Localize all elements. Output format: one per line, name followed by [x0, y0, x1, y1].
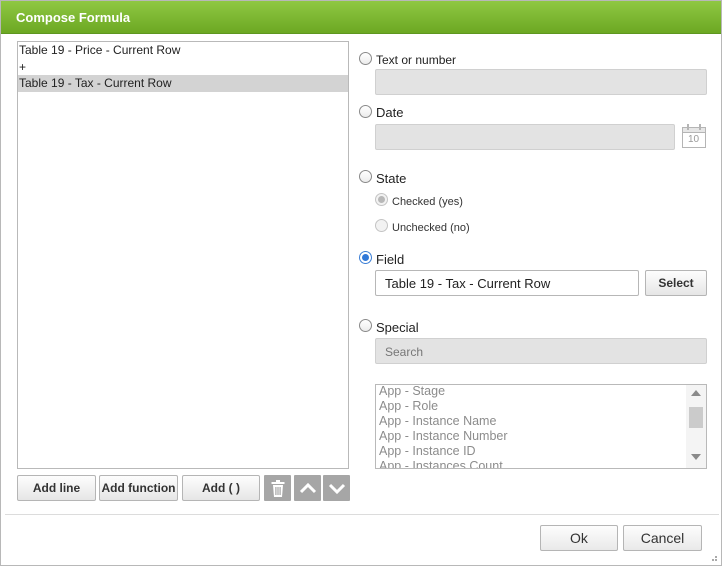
- scroll-down-arrow-icon[interactable]: [691, 454, 701, 460]
- calendar-icon[interactable]: 10: [681, 123, 707, 149]
- field-value: Table 19 - Tax - Current Row: [385, 276, 551, 291]
- state-label: State: [376, 171, 407, 186]
- special-list[interactable]: App - Stage App - Role App - Instance Na…: [375, 384, 707, 469]
- add-parens-button[interactable]: Add ( ): [182, 475, 260, 501]
- date-radio[interactable]: [359, 105, 372, 118]
- state-unchecked-label: Unchecked (no): [392, 222, 470, 234]
- text-or-number-label: Text or number: [376, 53, 457, 67]
- date-input[interactable]: [375, 124, 675, 150]
- footer-divider: [5, 514, 719, 515]
- formula-line-selected[interactable]: Table 19 - Tax - Current Row: [18, 75, 348, 92]
- formula-line[interactable]: Table 19 - Price - Current Row: [18, 42, 348, 59]
- cancel-button[interactable]: Cancel: [623, 525, 702, 551]
- move-up-button[interactable]: [294, 475, 321, 501]
- list-item[interactable]: App - Instance Number: [376, 429, 706, 444]
- field-radio[interactable]: [359, 251, 372, 264]
- state-checked-label: Checked (yes): [392, 196, 463, 208]
- list-item[interactable]: App - Instance ID: [376, 444, 706, 459]
- chevron-up-icon: [299, 482, 316, 493]
- compose-formula-dialog: Compose Formula Table 19 - Price - Curre…: [0, 0, 722, 566]
- search-placeholder: Search: [385, 345, 424, 359]
- list-scrollbar[interactable]: [686, 385, 706, 468]
- state-radio[interactable]: [359, 170, 372, 183]
- calendar-day: 10: [688, 134, 700, 145]
- field-input[interactable]: Table 19 - Tax - Current Row: [375, 270, 639, 296]
- ok-button[interactable]: Ok: [540, 525, 618, 551]
- delete-button[interactable]: [264, 475, 291, 501]
- special-search-input[interactable]: Search: [375, 338, 707, 364]
- add-line-button[interactable]: Add line: [17, 475, 96, 501]
- select-field-button[interactable]: Select: [645, 270, 707, 296]
- special-label: Special: [376, 320, 419, 335]
- add-function-button[interactable]: Add function: [99, 475, 178, 501]
- list-item[interactable]: App - Instance Name: [376, 414, 706, 429]
- state-unchecked-radio[interactable]: [375, 219, 388, 232]
- formula-line[interactable]: +: [18, 59, 348, 76]
- scrollbar-thumb[interactable]: [689, 407, 703, 428]
- dialog-title: Compose Formula: [16, 10, 131, 25]
- move-down-button[interactable]: [323, 475, 350, 501]
- trash-icon: [271, 479, 284, 497]
- resize-grip-icon[interactable]: [708, 552, 718, 562]
- special-radio[interactable]: [359, 319, 372, 332]
- list-item[interactable]: App - Stage: [376, 385, 706, 399]
- scroll-up-arrow-icon[interactable]: [691, 390, 701, 396]
- field-label: Field: [376, 252, 405, 267]
- text-or-number-radio[interactable]: [359, 52, 372, 65]
- formula-editor[interactable]: Table 19 - Price - Current Row + Table 1…: [17, 41, 349, 469]
- text-or-number-input[interactable]: [375, 69, 707, 95]
- date-label: Date: [376, 105, 404, 120]
- state-checked-radio[interactable]: [375, 193, 388, 206]
- list-item[interactable]: App - Instances Count: [376, 459, 706, 468]
- list-item[interactable]: App - Role: [376, 399, 706, 414]
- dialog-titlebar[interactable]: Compose Formula: [1, 1, 721, 34]
- chevron-down-icon: [328, 483, 345, 494]
